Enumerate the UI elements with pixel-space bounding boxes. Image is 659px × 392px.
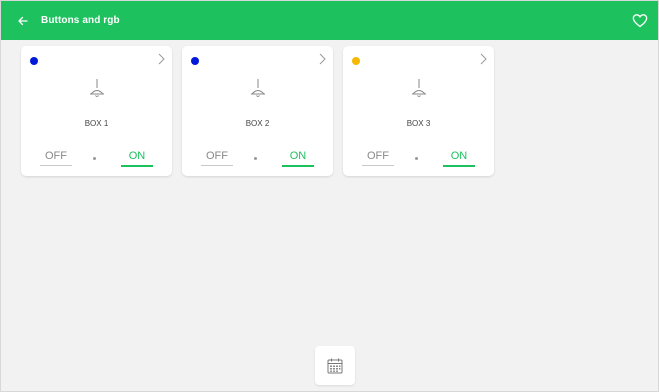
status-dot [352,57,360,65]
device-name: BOX 3 [406,119,431,128]
device-card-box-2: BOX 2 OFF ON [182,46,333,176]
lamp-icon [89,79,105,97]
back-button[interactable] [9,1,37,40]
on-button[interactable]: ON [443,150,475,167]
favorite-button[interactable] [630,10,650,30]
off-button[interactable]: OFF [362,150,394,166]
on-button[interactable]: ON [121,150,153,167]
lamp-icon [411,79,427,97]
calendar-button[interactable] [315,346,355,385]
page-title: Buttons and rgb [41,15,120,26]
status-dot [30,57,38,65]
on-button[interactable]: ON [282,150,314,167]
lamp-icon [250,79,266,97]
device-name: BOX 1 [84,119,109,128]
status-dot [191,57,199,65]
separator-dot [415,157,418,160]
calendar-icon [327,358,343,373]
heart-icon [632,13,648,27]
off-button[interactable]: OFF [40,150,72,166]
arrow-left-icon [18,16,28,25]
top-app-bar: Buttons and rgb [1,1,658,40]
separator-dot [254,157,257,160]
device-name: BOX 2 [245,119,270,128]
off-button[interactable]: OFF [201,150,233,166]
device-card-box-3: BOX 3 OFF ON [343,46,494,176]
chevron-right-icon[interactable] [478,52,488,66]
chevron-right-icon[interactable] [317,52,327,66]
device-card-box-1: BOX 1 OFF ON [21,46,172,176]
separator-dot [93,157,96,160]
chevron-right-icon[interactable] [156,52,166,66]
